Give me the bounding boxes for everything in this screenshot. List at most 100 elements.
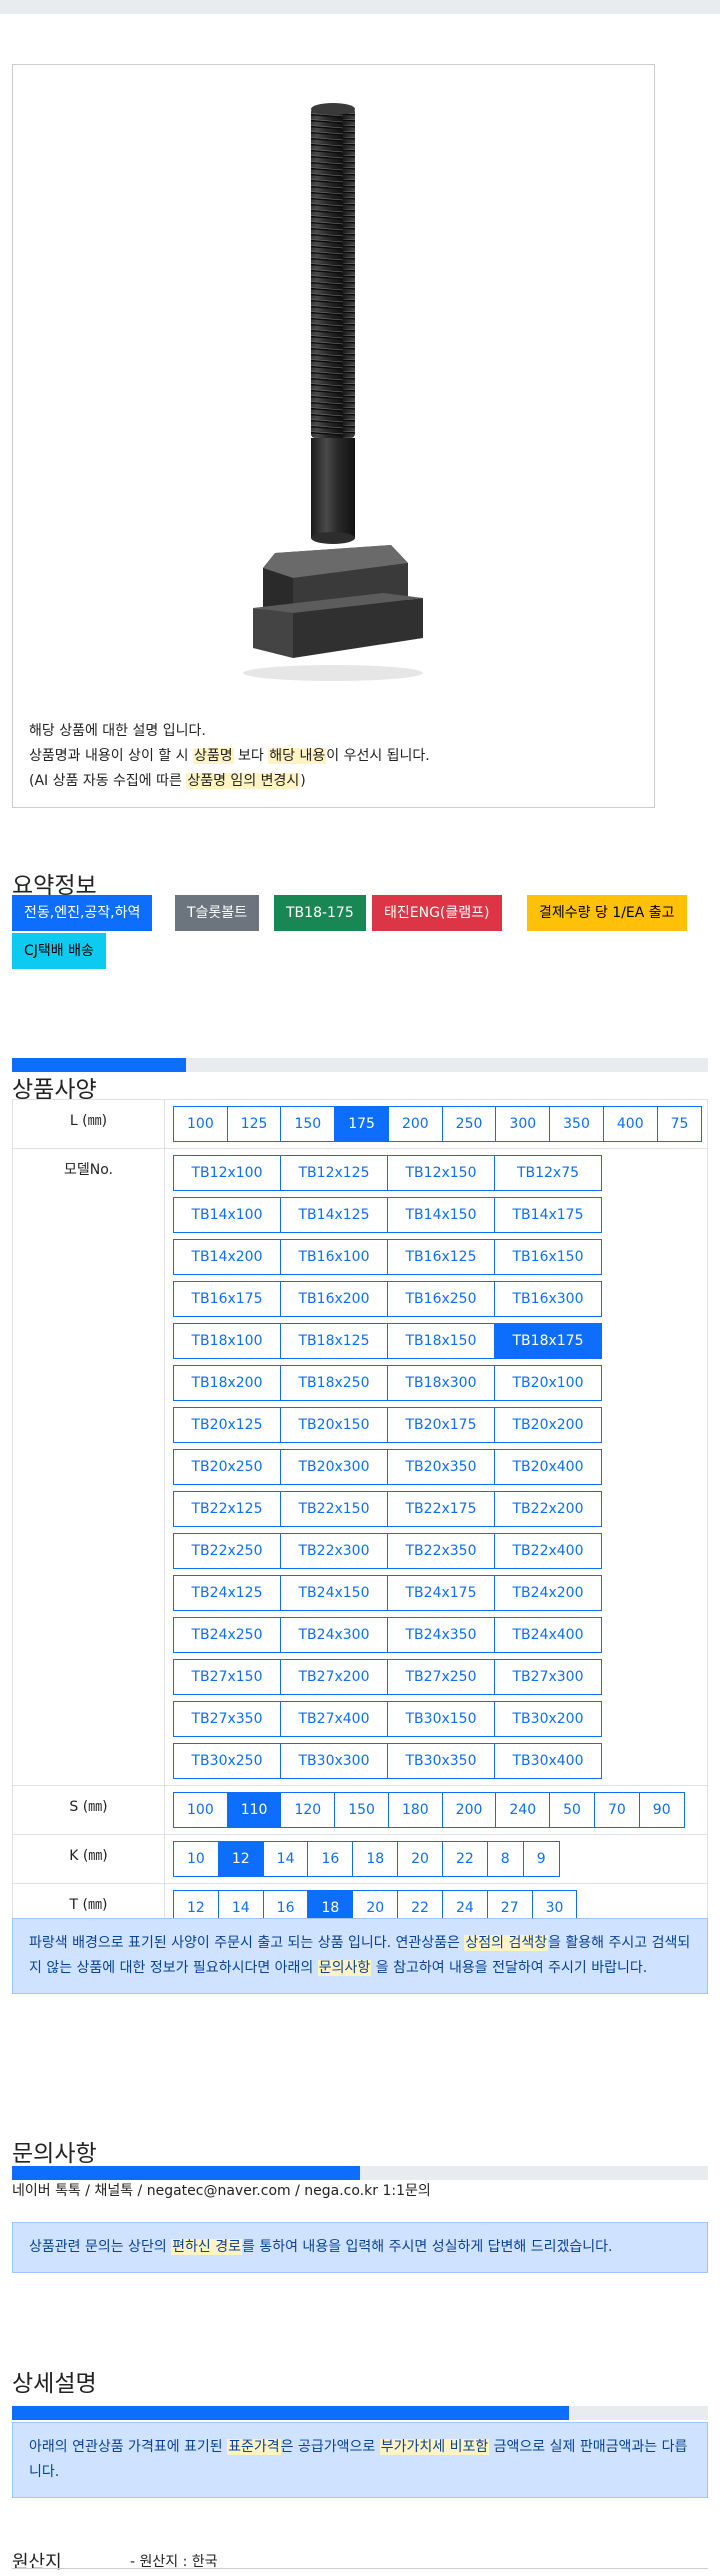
spec-option[interactable]: TB16x100 [280, 1239, 388, 1275]
spec-option[interactable]: TB12x150 [387, 1155, 495, 1191]
spec-progress-bar [12, 1058, 708, 1072]
badge-category: 전동,엔진,공작,하역 [12, 895, 153, 931]
spec-option[interactable]: 400 [602, 1106, 658, 1142]
spec-option[interactable]: 20 [397, 1841, 443, 1877]
inquiry-notice: 상품관련 문의는 상단의 편하신 경로를 통하여 내용을 입력해 주시면 성실하… [12, 2222, 708, 2273]
spec-option[interactable]: TB14x100 [173, 1197, 281, 1233]
spec-row: K (㎜) 10 12 14 16 18 20 22 8 9 [12, 1834, 708, 1884]
spec-option[interactable]: TB16x175 [173, 1281, 281, 1317]
spec-option[interactable]: 175 [334, 1106, 389, 1142]
spec-option[interactable]: TB18x175 [494, 1323, 602, 1359]
spec-option[interactable]: TB20x250 [173, 1449, 281, 1485]
spec-option[interactable]: TB20x150 [280, 1407, 388, 1443]
spec-option[interactable]: 50 [549, 1792, 595, 1828]
spec-option[interactable]: 150 [280, 1106, 336, 1142]
spec-option[interactable]: 22 [441, 1841, 488, 1877]
spec-option[interactable]: TB16x150 [494, 1239, 602, 1275]
spec-option[interactable]: TB27x250 [387, 1659, 495, 1695]
spec-option[interactable]: TB14x150 [387, 1197, 495, 1233]
spec-option[interactable]: TB30x200 [494, 1701, 602, 1737]
t-slot-bolt-image [243, 103, 423, 681]
spec-option[interactable]: TB18x150 [387, 1323, 495, 1359]
spec-option[interactable]: TB12x100 [173, 1155, 281, 1191]
spec-option[interactable]: TB24x175 [387, 1575, 495, 1611]
spec-option[interactable]: TB22x150 [280, 1491, 388, 1527]
spec-option[interactable]: TB24x200 [494, 1575, 602, 1611]
spec-option[interactable]: 9 [522, 1841, 560, 1877]
spec-option[interactable]: TB18x125 [280, 1323, 388, 1359]
spec-option[interactable]: TB24x250 [173, 1617, 281, 1653]
spec-option[interactable]: TB24x400 [494, 1617, 602, 1653]
spec-option[interactable]: 70 [593, 1792, 640, 1828]
spec-option[interactable]: TB20x300 [280, 1449, 388, 1485]
spec-option[interactable]: 300 [495, 1106, 551, 1142]
spec-option[interactable]: TB18x250 [280, 1365, 388, 1401]
spec-table: L (㎜) 100 125 150 175 200 250 300 350 400 75 모델No. T… [12, 1099, 708, 1982]
spec-option[interactable]: TB12x75 [494, 1155, 602, 1191]
spec-option[interactable]: 250 [441, 1106, 497, 1142]
spec-option[interactable]: TB20x400 [494, 1449, 602, 1485]
spec-option[interactable]: TB18x100 [173, 1323, 281, 1359]
badge-delivery: CJ택배 배송 [12, 933, 106, 969]
spec-option[interactable]: TB14x175 [494, 1197, 602, 1233]
spec-option[interactable]: 10 [173, 1841, 219, 1877]
spec-option[interactable]: TB16x300 [494, 1281, 602, 1317]
spec-option[interactable]: TB24x300 [280, 1617, 388, 1653]
spec-option[interactable]: TB24x125 [173, 1575, 281, 1611]
spec-option[interactable]: TB20x200 [494, 1407, 602, 1443]
spec-option[interactable]: TB27x200 [280, 1659, 388, 1695]
spec-option[interactable]: 350 [549, 1106, 604, 1142]
spec-option[interactable]: 240 [495, 1792, 551, 1828]
spec-option[interactable]: 180 [387, 1792, 443, 1828]
spec-option[interactable]: 14 [262, 1841, 309, 1877]
spec-option[interactable]: TB20x100 [494, 1365, 602, 1401]
spec-option[interactable]: TB24x150 [280, 1575, 388, 1611]
description-line: (AI 상품 자동 수집에 따른 상품명 임의 변경시) [29, 773, 306, 789]
spec-option[interactable]: 12 [217, 1841, 264, 1877]
spec-option[interactable]: TB27x300 [494, 1659, 602, 1695]
spec-option[interactable]: 75 [656, 1106, 703, 1142]
spec-option[interactable]: TB22x250 [173, 1533, 281, 1569]
spec-option[interactable]: 18 [352, 1841, 399, 1877]
spec-option[interactable]: 16 [307, 1841, 354, 1877]
spec-option[interactable]: TB18x200 [173, 1365, 281, 1401]
spec-option[interactable]: TB16x250 [387, 1281, 495, 1317]
spec-option[interactable]: TB27x400 [280, 1701, 388, 1737]
spec-option[interactable]: TB30x150 [387, 1701, 495, 1737]
spec-option[interactable]: TB30x250 [173, 1743, 281, 1779]
spec-option[interactable]: TB18x300 [387, 1365, 495, 1401]
spec-option[interactable]: TB30x300 [280, 1743, 388, 1779]
spec-option[interactable]: 125 [226, 1106, 282, 1142]
product-description: 해당 상품에 대한 설명 입니다. 상품명과 내용이 상이 할 시 상품명 보다… [29, 719, 430, 794]
spec-option[interactable]: TB14x200 [173, 1239, 281, 1275]
spec-option[interactable]: TB16x125 [387, 1239, 495, 1275]
spec-option[interactable]: TB22x350 [387, 1533, 495, 1569]
spec-option[interactable]: 110 [226, 1792, 282, 1828]
spec-option[interactable]: TB27x150 [173, 1659, 281, 1695]
spec-option[interactable]: TB30x400 [494, 1743, 602, 1779]
spec-option[interactable]: TB27x350 [173, 1701, 281, 1737]
contact-links[interactable]: 네이버 톡톡 / 채널톡 / negatec@naver.com / nega.… [12, 2180, 431, 2200]
spec-option[interactable]: 200 [441, 1792, 497, 1828]
spec-option[interactable]: TB30x350 [387, 1743, 495, 1779]
divider [12, 2568, 708, 2569]
spec-option[interactable]: TB22x400 [494, 1533, 602, 1569]
spec-option[interactable]: TB22x200 [494, 1491, 602, 1527]
spec-option[interactable]: 100 [173, 1106, 228, 1142]
spec-option[interactable]: TB22x300 [280, 1533, 388, 1569]
spec-option[interactable]: 8 [486, 1841, 524, 1877]
spec-option[interactable]: TB14x125 [280, 1197, 388, 1233]
spec-option[interactable]: 120 [280, 1792, 336, 1828]
spec-option[interactable]: 150 [334, 1792, 389, 1828]
spec-option[interactable]: TB16x200 [280, 1281, 388, 1317]
spec-option[interactable]: TB20x175 [387, 1407, 495, 1443]
spec-option[interactable]: TB22x175 [387, 1491, 495, 1527]
spec-option[interactable]: TB20x350 [387, 1449, 495, 1485]
spec-option[interactable]: TB20x125 [173, 1407, 281, 1443]
spec-option[interactable]: 90 [638, 1792, 685, 1828]
spec-option[interactable]: TB24x350 [387, 1617, 495, 1653]
spec-option[interactable]: TB12x125 [280, 1155, 388, 1191]
spec-option[interactable]: 200 [387, 1106, 443, 1142]
spec-option[interactable]: TB22x125 [173, 1491, 281, 1527]
spec-option[interactable]: 100 [173, 1792, 228, 1828]
